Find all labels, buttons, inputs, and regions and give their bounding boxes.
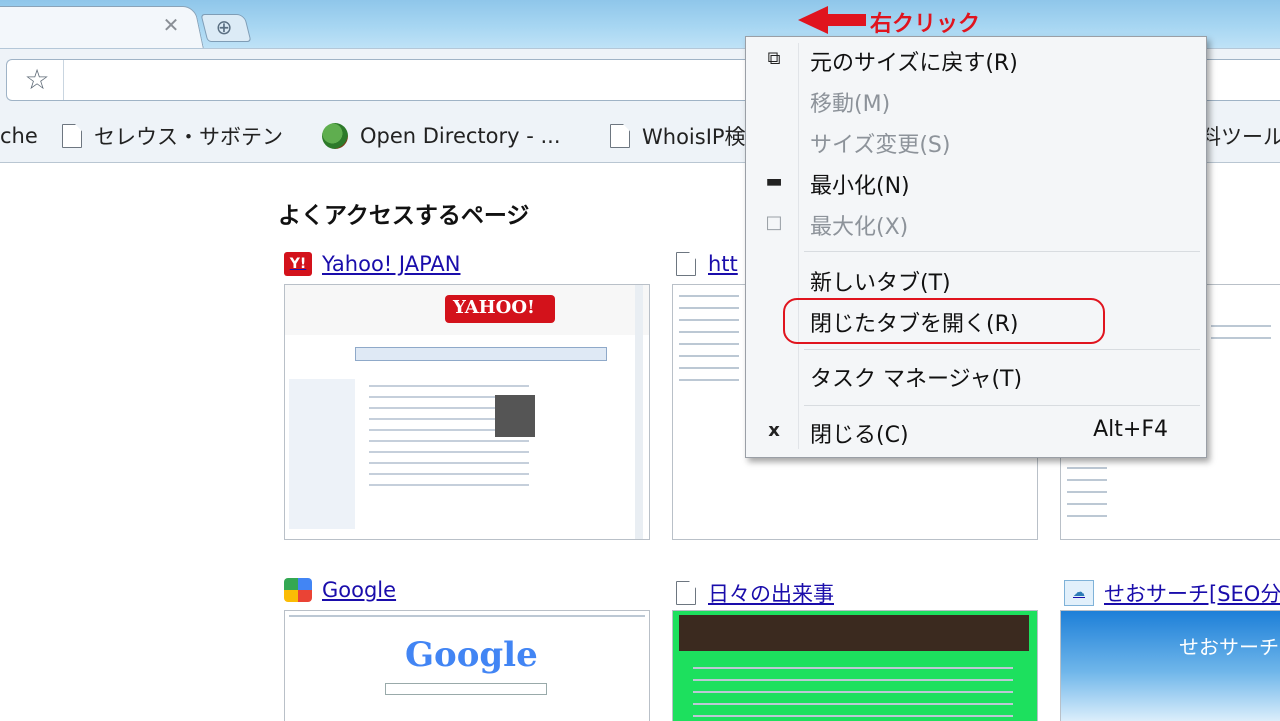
site-link-label: Google [322, 578, 397, 602]
menu-separator [804, 405, 1200, 406]
menu-item-maximize[interactable]: □ 最大化(X) [746, 205, 1206, 243]
annotation-highlight-oval [783, 298, 1105, 344]
menu-item-label: サイズ変更(S) [810, 133, 951, 158]
bookmark-item[interactable]: WhoisIP検 [610, 120, 746, 152]
annotation-label: 右クリック [870, 12, 981, 37]
minimize-icon: ▬ [765, 171, 783, 192]
site-link-google[interactable]: Google [284, 578, 396, 602]
site-link-label: Yahoo! JAPAN [322, 252, 461, 276]
yahoo-logo-text: YAHOO! [453, 297, 535, 318]
tab-close-icon[interactable]: ✕ [160, 14, 182, 36]
thumb-text-lines [1211, 325, 1271, 349]
restore-icon: ⧉ [767, 48, 781, 69]
site-link-page[interactable]: htt [676, 252, 738, 276]
most-visited-heading: よくアクセスするページ [278, 203, 530, 229]
page-icon [610, 124, 630, 148]
bookmark-item[interactable]: che [0, 120, 38, 152]
seo-icon: ☁ [1064, 580, 1094, 606]
menu-item-minimize[interactable]: ▬ 最小化(N) [746, 164, 1206, 202]
thumb-text-lines [679, 295, 739, 385]
page-icon [676, 252, 696, 276]
bookmark-star-icon[interactable]: ☆ [21, 64, 53, 96]
site-link-seo[interactable]: ☁ せおサーチ[SEO分 [1064, 578, 1280, 608]
seo-thumb-title: せおサーチ [1179, 635, 1279, 659]
menu-item-task-manager[interactable]: タスク マネージャ(T) [746, 357, 1206, 395]
bookmark-item[interactable]: セレウス・サボテン [62, 120, 283, 152]
site-link-yahoo[interactable]: Y! Yahoo! JAPAN [284, 252, 461, 276]
plus-icon: ⊕ [215, 15, 233, 39]
bookmark-label: WhoisIP検 [642, 125, 746, 149]
menu-item-label: 最小化(N) [810, 174, 910, 199]
menu-item-label: タスク マネージャ(T) [810, 367, 1023, 392]
thumb-banner [679, 615, 1029, 651]
page-icon [62, 124, 82, 148]
site-link-label: 日々の出来事 [708, 582, 834, 606]
thumbnail-seo[interactable]: せおサーチ [1060, 610, 1280, 721]
menu-item-new-tab[interactable]: 新しいタブ(T) [746, 261, 1206, 299]
page-icon [676, 581, 696, 605]
menu-item-label: 最大化(X) [810, 215, 909, 240]
annotation-arrow-shaft [826, 14, 866, 26]
menu-separator [804, 251, 1200, 252]
menu-item-label: 閉じる(C) [810, 423, 909, 448]
thumb-search-box [355, 347, 607, 361]
bookmark-item[interactable]: 料ツール [1200, 120, 1280, 152]
menu-item-move[interactable]: 移動(M) [746, 82, 1206, 120]
menu-item-resize[interactable]: サイズ変更(S) [746, 123, 1206, 161]
thumb-sidebar [289, 379, 355, 529]
google-logo: Google [405, 635, 538, 675]
bookmark-item[interactable]: Open Directory - ... [322, 120, 561, 152]
maximize-icon: □ [765, 212, 783, 233]
thumbnail-yahoo[interactable]: YAHOO! [284, 284, 650, 540]
menu-item-restore[interactable]: ⧉ 元のサイズに戻す(R) [746, 41, 1206, 79]
menu-item-label: 元のサイズに戻す(R) [810, 51, 1018, 76]
menu-item-label: 新しいタブ(T) [810, 271, 951, 296]
google-icon [284, 578, 312, 602]
menu-item-label: 移動(M) [810, 92, 891, 117]
dmoz-icon [322, 123, 348, 149]
window-context-menu: ⧉ 元のサイズに戻す(R) 移動(M) サイズ変更(S) ▬ 最小化(N) □ … [745, 36, 1207, 458]
thumbnail-diary[interactable] [672, 610, 1038, 721]
thumb-text-lines [1067, 455, 1107, 525]
google-logo-text: Google [405, 635, 538, 675]
thumb-text-lines [693, 667, 1013, 717]
close-icon: x [768, 420, 780, 441]
bookmark-label: Open Directory - ... [360, 124, 561, 148]
bookmark-label: che [0, 124, 38, 148]
thumb-scrollbar [635, 285, 643, 539]
site-link-label: せおサーチ[SEO分 [1104, 582, 1280, 606]
bookmark-label: セレウス・サボテン [94, 125, 283, 149]
thumb-search-box [385, 683, 547, 695]
menu-item-shortcut: Alt+F4 [1093, 417, 1168, 442]
bookmark-label: 料ツール [1200, 125, 1280, 149]
site-link-diary[interactable]: 日々の出来事 [676, 578, 834, 608]
yahoo-icon: Y! [284, 252, 312, 276]
thumb-top-links [289, 615, 645, 621]
menu-separator [804, 349, 1200, 350]
menu-item-close[interactable]: x 閉じる(C) Alt+F4 [746, 413, 1206, 451]
thumbnail-google[interactable]: Google [284, 610, 650, 721]
site-link-label: htt [708, 252, 738, 276]
address-divider [63, 60, 64, 100]
annotation-arrow-icon [798, 6, 828, 34]
thumb-photo [495, 395, 535, 437]
